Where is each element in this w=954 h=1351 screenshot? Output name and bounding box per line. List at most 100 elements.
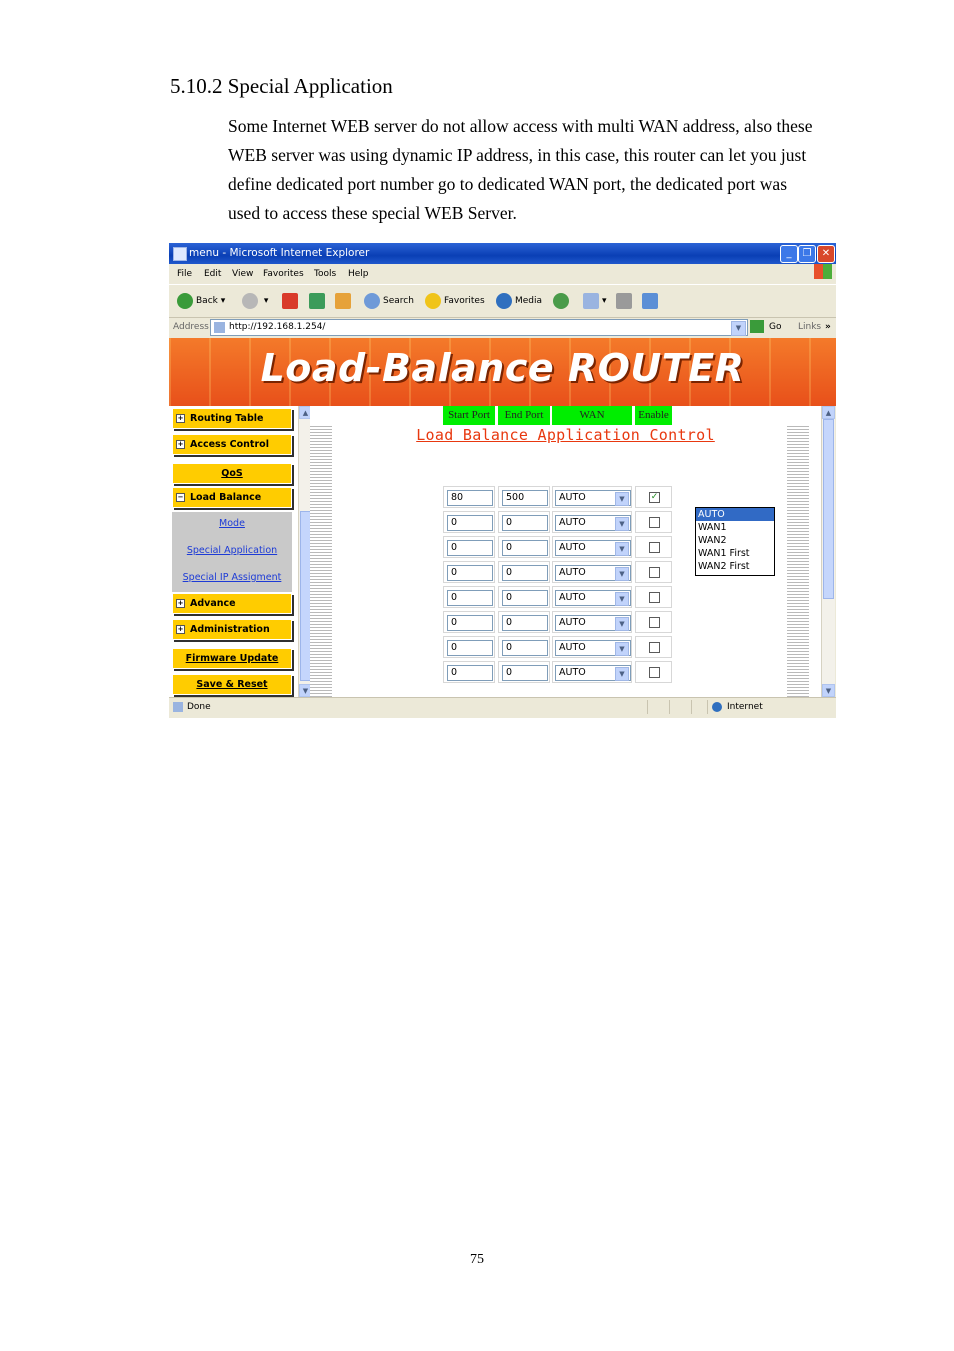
wan-option[interactable]: WAN2 First	[696, 560, 774, 573]
end-port-input[interactable]: 0	[502, 615, 548, 631]
close-icon[interactable]: ✕	[817, 245, 835, 263]
end-port-input[interactable]: 0	[502, 665, 548, 681]
print-button[interactable]	[616, 292, 635, 310]
chevron-down-icon[interactable]: ▼	[615, 667, 629, 681]
stop-button[interactable]	[282, 292, 301, 310]
enable-checkbox[interactable]: ✓	[649, 492, 660, 503]
go-button[interactable]: Go	[769, 317, 781, 337]
start-port-input[interactable]: 0	[447, 640, 493, 656]
left-nav: + Routing Table + Access Control QoS − Load…	[169, 406, 299, 697]
stop-icon	[282, 292, 298, 309]
nav-save-reset[interactable]: Save & Reset	[172, 674, 292, 695]
refresh-button[interactable]	[309, 292, 328, 310]
chevron-down-icon[interactable]: ▼	[615, 592, 629, 606]
start-port-input[interactable]: 0	[447, 565, 493, 581]
chevron-down-icon[interactable]: ▼	[615, 642, 629, 656]
nav-access-control-label: Access Control	[190, 439, 269, 450]
nav-routing-table[interactable]: + Routing Table	[172, 408, 292, 429]
content-scroll-thumb[interactable]	[823, 419, 834, 599]
forward-button[interactable]: ▾	[242, 292, 268, 310]
menu-edit[interactable]: Edit	[204, 264, 221, 284]
enable-checkbox[interactable]	[649, 667, 660, 678]
restore-icon[interactable]: ❐	[798, 245, 816, 263]
wan-select[interactable]: AUTO ▼	[555, 515, 631, 531]
chevron-down-icon[interactable]: ▼	[615, 517, 629, 531]
nav-access-control[interactable]: + Access Control	[172, 434, 292, 455]
address-dropdown-icon[interactable]: ▼	[731, 321, 746, 336]
chevron-down-icon[interactable]: ▼	[615, 542, 629, 556]
chevron-down-icon[interactable]: ▼	[615, 617, 629, 631]
wan-select[interactable]: AUTO ▼	[555, 640, 631, 656]
wan-select[interactable]: AUTO ▼	[555, 490, 631, 506]
end-port-input[interactable]: 500	[502, 490, 548, 506]
scroll-up-icon[interactable]: ▲	[822, 406, 835, 419]
wan-select[interactable]: AUTO ▼	[555, 540, 631, 556]
minimize-icon[interactable]: _	[780, 245, 798, 263]
status-divider	[691, 700, 692, 714]
print-icon	[616, 292, 632, 309]
wan-option[interactable]: WAN1 First	[696, 547, 774, 560]
back-button[interactable]: Back ▾	[177, 292, 225, 310]
menu-help[interactable]: Help	[348, 264, 369, 284]
nav-administration-label: Administration	[190, 624, 270, 635]
nav-qos-label: QoS	[221, 468, 243, 479]
wan-select[interactable]: AUTO ▼	[555, 565, 631, 581]
links-label[interactable]: Links	[798, 317, 821, 337]
nav-load-balance[interactable]: − Load Balance	[172, 487, 292, 508]
mail-button[interactable]: ▾	[583, 292, 607, 310]
wan-cell: AUTO ▼	[552, 611, 632, 633]
start-port-input[interactable]: 0	[447, 515, 493, 531]
enable-cell	[635, 586, 672, 608]
enable-cell	[635, 661, 672, 683]
end-port-input[interactable]: 0	[502, 640, 548, 656]
chevron-right-icon[interactable]: »	[825, 317, 831, 337]
wan-select[interactable]: AUTO ▼	[555, 615, 631, 631]
nav-administration[interactable]: + Administration	[172, 619, 292, 640]
favorites-button[interactable]: Favorites	[425, 292, 485, 310]
wan-select[interactable]: AUTO ▼	[555, 665, 631, 681]
wan-option[interactable]: WAN2	[696, 534, 774, 547]
start-port-input[interactable]: 0	[447, 590, 493, 606]
nav-link-special-application[interactable]: Special Application	[172, 545, 292, 556]
nav-advance[interactable]: + Advance	[172, 593, 292, 614]
search-button[interactable]: Search	[364, 292, 414, 310]
enable-checkbox[interactable]	[649, 592, 660, 603]
end-port-input[interactable]: 0	[502, 590, 548, 606]
wan-option[interactable]: WAN1	[696, 521, 774, 534]
media-label: Media	[515, 296, 543, 306]
menu-view[interactable]: View	[232, 264, 253, 284]
nav-firmware-update[interactable]: Firmware Update	[172, 648, 292, 669]
nav-link-mode[interactable]: Mode	[172, 518, 292, 529]
wan-dropdown-list[interactable]: AUTO WAN1 WAN2 WAN1 First WAN2 First	[695, 507, 775, 576]
chevron-down-icon[interactable]: ▼	[615, 567, 629, 581]
nav-qos[interactable]: QoS	[172, 463, 292, 484]
end-port-input[interactable]: 0	[502, 515, 548, 531]
nav-link-special-ip-assigment[interactable]: Special IP Assigment	[172, 572, 292, 583]
edit-button[interactable]	[642, 292, 661, 310]
home-button[interactable]	[335, 292, 354, 310]
go-arrow-icon[interactable]	[750, 320, 764, 333]
wan-select[interactable]: AUTO ▼	[555, 590, 631, 606]
enable-checkbox[interactable]	[649, 617, 660, 628]
menu-tools[interactable]: Tools	[314, 264, 336, 284]
start-port-input[interactable]: 0	[447, 615, 493, 631]
enable-checkbox[interactable]	[649, 542, 660, 553]
address-input[interactable]: http://192.168.1.254/ ▼	[210, 319, 748, 336]
scroll-down-icon[interactable]: ▼	[822, 684, 835, 697]
chevron-down-icon[interactable]: ▼	[615, 492, 629, 506]
history-button[interactable]	[553, 292, 572, 310]
enable-checkbox[interactable]	[649, 517, 660, 528]
menu-file[interactable]: File	[177, 264, 192, 284]
media-button[interactable]: Media	[496, 292, 542, 310]
end-port-input[interactable]: 0	[502, 565, 548, 581]
history-icon	[553, 292, 569, 309]
start-port-input[interactable]: 0	[447, 665, 493, 681]
end-port-input[interactable]: 0	[502, 540, 548, 556]
menu-favorites[interactable]: Favorites	[263, 264, 304, 284]
enable-checkbox[interactable]	[649, 642, 660, 653]
content-scrollbar[interactable]: ▲ ▼	[821, 406, 835, 697]
start-port-input[interactable]: 80	[447, 490, 493, 506]
wan-option[interactable]: AUTO	[696, 508, 774, 521]
enable-checkbox[interactable]	[649, 567, 660, 578]
start-port-input[interactable]: 0	[447, 540, 493, 556]
